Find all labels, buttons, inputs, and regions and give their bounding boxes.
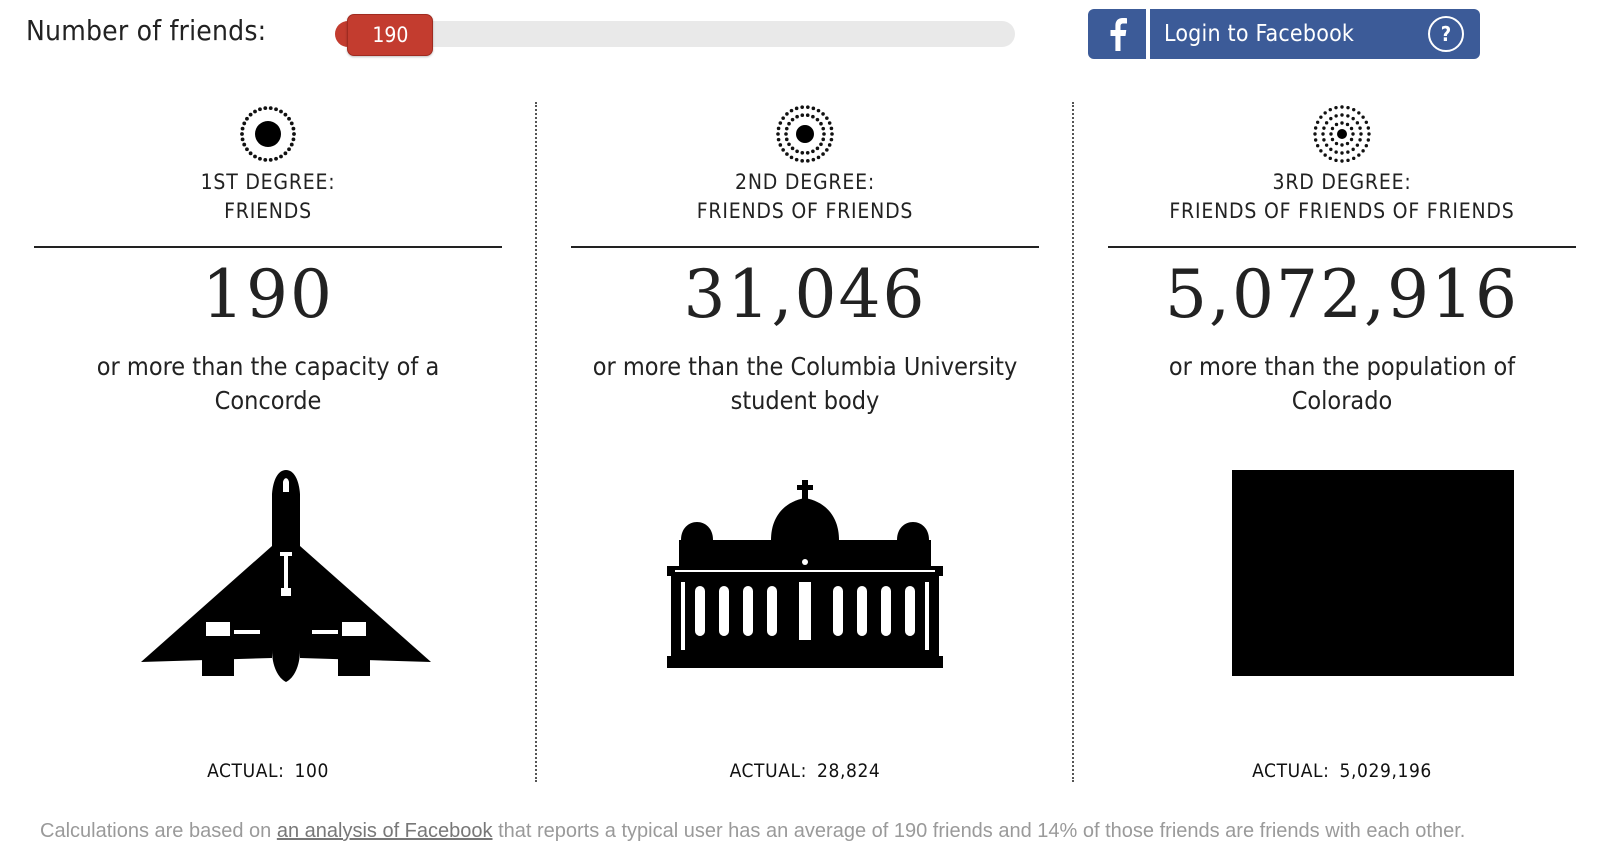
actual-label: ACTUAL: bbox=[207, 760, 285, 782]
actual-label: ACTUAL: bbox=[1252, 760, 1330, 782]
help-icon[interactable]: ? bbox=[1428, 16, 1464, 52]
first-degree-column: 1ST DEGREE: FRIENDS 190 or more than the… bbox=[34, 100, 502, 782]
column-divider bbox=[1072, 102, 1074, 782]
actual-number: 5,029,196 bbox=[1339, 760, 1432, 782]
friends-count-label: Number of friends: bbox=[26, 14, 267, 47]
degree-title-line1: 3RD DEGREE: bbox=[1272, 170, 1412, 194]
third-degree-column: 3RD DEGREE: FRIENDS OF FRIENDS OF FRIEND… bbox=[1108, 100, 1576, 782]
comparison-text: or more than the population of Colorado bbox=[1168, 352, 1516, 415]
degree-title-line2: FRIENDS bbox=[224, 199, 312, 223]
login-to-facebook-button[interactable]: Login to Facebook ? bbox=[1088, 9, 1480, 59]
comparison-text: or more than the capacity of a Concorde bbox=[96, 352, 440, 415]
actual-value: ACTUAL: 100 bbox=[34, 760, 502, 782]
degree-title-line1: 2ND DEGREE: bbox=[735, 170, 875, 194]
concorde-airplane-icon bbox=[141, 470, 431, 682]
second-degree-column: 2ND DEGREE: FRIENDS OF FRIENDS 31,046 or… bbox=[571, 100, 1039, 782]
triple-ring-dot-icon bbox=[1313, 105, 1371, 163]
actual-number: 100 bbox=[294, 760, 329, 782]
actual-value: ACTUAL: 5,029,196 bbox=[1108, 760, 1576, 782]
actual-value: ACTUAL: 28,824 bbox=[571, 760, 1039, 782]
actual-number: 28,824 bbox=[817, 760, 881, 782]
degree-title: 1ST DEGREE: FRIENDS bbox=[34, 168, 502, 226]
footnote-text-after: that reports a typical user has an avera… bbox=[492, 820, 1466, 842]
title-rule bbox=[34, 246, 502, 248]
university-building-icon bbox=[667, 480, 943, 668]
degree-title-line2: FRIENDS OF FRIENDS OF FRIENDS bbox=[1169, 199, 1515, 223]
slider-handle[interactable]: 190 bbox=[347, 14, 434, 56]
colorado-state-shape-icon bbox=[1232, 470, 1514, 676]
degree-title-line1: 1ST DEGREE: bbox=[200, 170, 336, 194]
slider-track[interactable] bbox=[335, 21, 1015, 47]
column-divider bbox=[535, 102, 537, 782]
facebook-logo-icon bbox=[1088, 9, 1150, 59]
degree-title-line2: FRIENDS OF FRIENDS bbox=[696, 199, 914, 223]
degree-title: 2ND DEGREE: FRIENDS OF FRIENDS bbox=[571, 168, 1039, 226]
actual-label: ACTUAL: bbox=[729, 760, 807, 782]
friend-count: 31,046 bbox=[683, 256, 927, 333]
title-rule bbox=[571, 246, 1039, 248]
friend-count: 5,072,916 bbox=[1165, 256, 1519, 333]
comparison-text: or more than the Columbia University stu… bbox=[592, 352, 1018, 415]
friend-count: 190 bbox=[202, 256, 334, 333]
footnote-text-before: Calculations are based on bbox=[40, 820, 277, 842]
friends-slider[interactable]: 190 bbox=[335, 14, 1015, 56]
double-ring-dot-icon bbox=[776, 105, 834, 163]
facebook-login-label: Login to Facebook bbox=[1164, 21, 1355, 47]
degree-title: 3RD DEGREE: FRIENDS OF FRIENDS OF FRIEND… bbox=[1108, 168, 1576, 226]
footnote: Calculations are based on an analysis of… bbox=[40, 820, 1560, 843]
analysis-of-facebook-link[interactable]: an analysis of Facebook bbox=[277, 820, 493, 842]
title-rule bbox=[1108, 246, 1576, 248]
ring-dot-icon bbox=[240, 106, 296, 162]
